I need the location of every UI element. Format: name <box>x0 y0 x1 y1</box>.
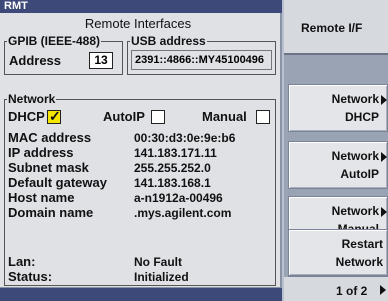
manual-checkbox[interactable] <box>256 110 270 124</box>
softkey-menu-title-label: Remote I/F <box>301 21 363 35</box>
dhcp-label: DHCP <box>8 109 45 124</box>
ip-address-value: 141.183.171.11 <box>134 146 217 160</box>
subnet-mask-label: Subnet mask <box>8 160 89 175</box>
restart-network-button[interactable]: Restart Network <box>288 229 388 276</box>
panel-title: Remote Interfaces <box>84 16 192 31</box>
status-label: Status: <box>8 269 53 284</box>
network-dhcp-softkey[interactable]: Network DHCP <box>288 84 388 132</box>
default-gateway-label: Default gateway <box>8 175 107 190</box>
submenu-arrow-icon <box>381 95 387 105</box>
host-name-value: a-n1912a-00496 <box>134 191 223 205</box>
status-value: Initialized <box>134 270 189 284</box>
default-gateway-value: 141.183.168.1 <box>134 176 211 190</box>
dhcp-checkbox[interactable] <box>47 108 61 125</box>
instrument-screen: RMT Remote Interfaces GPIB (IEEE-488) Ad… <box>0 0 388 301</box>
ip-address-label: IP address <box>8 145 74 160</box>
title-bar: RMT <box>0 0 282 13</box>
gpib-address-label: Address <box>9 53 62 68</box>
softkey-label-line1: Network <box>331 204 379 218</box>
softkey-label-line2: AutoIP <box>340 167 379 181</box>
softkey-label-line2: Network <box>335 255 383 269</box>
softkey-menu-title: Remote I/F <box>284 0 388 55</box>
mac-address-value: 00:30:d3:0e:9e:b6 <box>134 131 236 145</box>
title-label: RMT <box>4 0 28 12</box>
softkey-label-line1: Network <box>331 92 379 106</box>
submenu-arrow-icon <box>381 207 387 217</box>
softkey-label-line1: Network <box>331 149 379 163</box>
status-bar <box>0 287 282 301</box>
usb-legend: USB address <box>131 34 206 48</box>
lan-status-value: No Fault <box>134 255 182 269</box>
remote-interfaces-panel: Remote Interfaces GPIB (IEEE-488) Addres… <box>0 13 282 287</box>
subnet-mask-value: 255.255.252.0 <box>134 161 211 175</box>
network-autoip-softkey[interactable]: Network AutoIP <box>288 141 388 189</box>
lan-label: Lan: <box>8 254 36 269</box>
gpib-address-field[interactable]: 13 <box>89 52 113 69</box>
domain-name-label: Domain name <box>8 205 94 220</box>
mac-address-label: MAC address <box>8 130 92 145</box>
autoip-label: AutoIP <box>103 109 145 124</box>
page-indicator-label: 1 of 2 <box>336 284 368 298</box>
manual-label: Manual <box>202 109 247 124</box>
submenu-arrow-icon <box>381 152 387 162</box>
autoip-checkbox[interactable] <box>151 110 165 124</box>
usb-address-field: 2391::4866::MY45100496 <box>131 50 272 70</box>
softkey-label-line1: Restart <box>341 237 383 251</box>
network-legend: Network <box>8 92 56 106</box>
page-indicator[interactable]: 1 of 2 <box>284 277 388 301</box>
host-name-label: Host name <box>8 190 75 205</box>
domain-name-value: .mys.agilent.com <box>134 206 232 220</box>
softkey-label-line2: DHCP <box>344 110 379 124</box>
gpib-legend: GPIB (IEEE-488) <box>8 34 101 48</box>
next-page-arrow-icon <box>380 285 386 295</box>
